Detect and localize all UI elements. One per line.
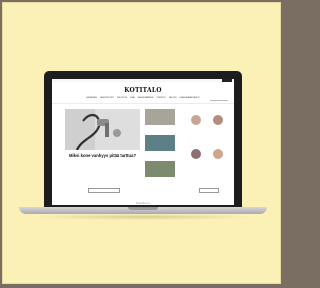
avatar xyxy=(213,115,223,125)
laptop-screen: KOTITALO Asuminen Remontointi Sisustus P… xyxy=(52,79,234,205)
nav-item[interactable]: Rakentaminen xyxy=(138,97,154,101)
nav-item[interactable]: Piha xyxy=(130,97,135,101)
avatar xyxy=(191,115,201,125)
nav-item[interactable]: Sisustus xyxy=(117,97,127,101)
search-input[interactable] xyxy=(210,97,228,101)
article-thumbnail xyxy=(145,161,175,177)
article-thumbnail xyxy=(145,109,175,125)
site-nav: Asuminen Remontointi Sisustus Piha Raken… xyxy=(62,97,228,101)
article-card[interactable] xyxy=(145,109,179,126)
expert-card[interactable] xyxy=(186,115,206,126)
site-logo[interactable]: KOTITALO xyxy=(52,87,234,94)
nav-item[interactable]: Talous xyxy=(169,97,177,101)
nav-item[interactable]: Asuminen xyxy=(86,97,97,101)
expert-card[interactable] xyxy=(208,115,228,126)
expert-card[interactable] xyxy=(186,149,206,160)
faucet-photo xyxy=(65,109,140,150)
laptop-brand-label: MacBook xyxy=(136,201,150,205)
hero-title[interactable]: Miksi kone vanhyys pitää tarttua? xyxy=(65,153,140,158)
nav-item[interactable]: Energiaratkaisut xyxy=(180,97,200,101)
site-topbar xyxy=(52,79,234,82)
nav-item[interactable]: Terveys xyxy=(156,97,165,101)
laptop-hinge-notch xyxy=(128,207,158,210)
article-card[interactable] xyxy=(145,161,179,178)
hero-read-more-button[interactable] xyxy=(88,188,120,193)
hero-image[interactable] xyxy=(65,109,140,150)
nav-divider xyxy=(52,103,234,104)
nav-item[interactable]: Remontointi xyxy=(100,97,114,101)
expert-card[interactable] xyxy=(208,149,228,160)
article-card[interactable] xyxy=(145,135,179,152)
laptop-shadow xyxy=(30,214,256,220)
avatar xyxy=(213,149,223,159)
article-thumbnail xyxy=(145,135,175,151)
topbar-cta-button[interactable] xyxy=(222,79,232,82)
sidebar-more-button[interactable] xyxy=(199,188,219,193)
avatar xyxy=(191,149,201,159)
